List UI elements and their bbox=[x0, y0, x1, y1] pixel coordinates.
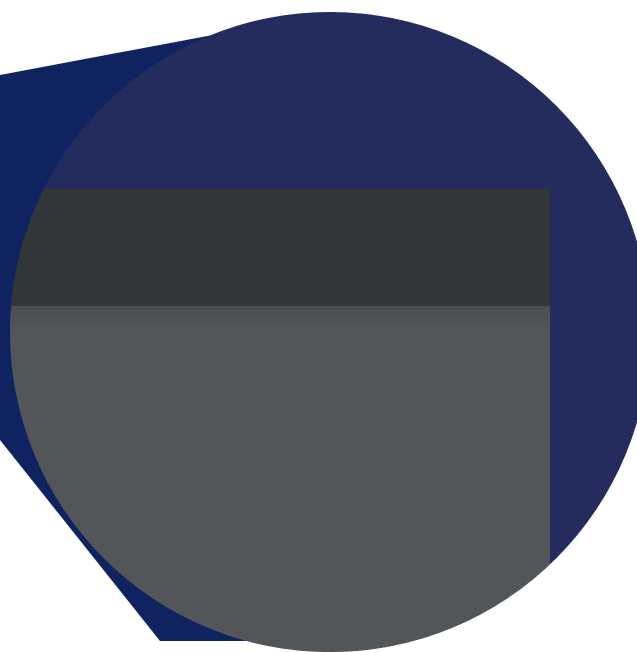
document-viewer-area bbox=[10, 306, 550, 652]
magnifier-circle: 1 bbox=[10, 12, 637, 652]
tutorial-zoom-graphic: 1 bbox=[0, 0, 637, 652]
viewer-shadow bbox=[10, 306, 550, 332]
pdf-viewer-toolbar: 1 bbox=[10, 189, 550, 466]
